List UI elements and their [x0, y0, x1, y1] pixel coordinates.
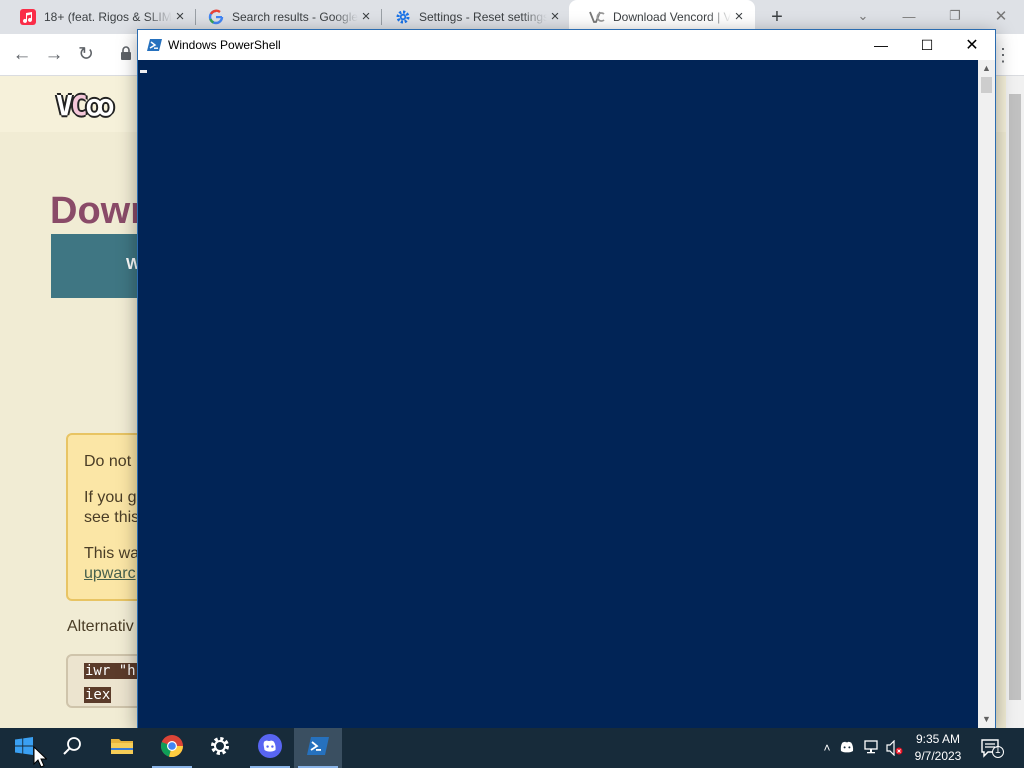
browser-minimize-button[interactable]: —: [886, 0, 932, 32]
ps-close-button[interactable]: ✕: [949, 30, 995, 60]
forward-button[interactable]: →: [41, 42, 67, 68]
folder-icon: [110, 736, 134, 761]
vencord-icon: [589, 9, 605, 25]
file-explorer-button[interactable]: [98, 728, 146, 768]
tab-title: Settings - Reset settings: [419, 10, 547, 24]
alternative-label: Alternativ: [67, 618, 134, 635]
tab-title: Search results - Google: [232, 10, 358, 24]
powershell-window[interactable]: Windows PowerShell — ☐ ✕ ▲ ▼: [137, 29, 996, 729]
reload-button[interactable]: ↻: [73, 42, 99, 68]
powershell-taskbar-button[interactable]: [294, 728, 342, 768]
tab-close-icon[interactable]: ×: [731, 9, 747, 25]
discord-taskbar-button[interactable]: [246, 728, 294, 768]
code-line: iwr "h: [84, 663, 137, 679]
code-line: iex: [84, 687, 112, 703]
notification-count-badge: 1: [995, 745, 1001, 756]
tab-title: 18+ (feat. Rigos & SLIM: [44, 10, 172, 24]
warning-link[interactable]: upwarc: [84, 565, 136, 582]
logo-letter: V: [56, 89, 73, 122]
clock-date: 9/7/2023: [914, 749, 962, 763]
powershell-titlebar[interactable]: Windows PowerShell — ☐ ✕: [138, 30, 995, 60]
browser-menu-button[interactable]: ⋮: [994, 42, 1012, 68]
music-icon: [20, 9, 36, 25]
clock-time: 9:35 AM: [915, 732, 961, 746]
logo-letter: C: [70, 89, 88, 122]
scroll-up-arrow[interactable]: ▲: [978, 60, 995, 77]
page-scrollbar[interactable]: [1006, 76, 1024, 728]
search-icon: [62, 736, 82, 761]
powershell-scrollbar-thumb[interactable]: [981, 77, 992, 93]
back-button[interactable]: ←: [9, 42, 35, 68]
browser-restore-button[interactable]: ❐: [932, 0, 978, 32]
chrome-icon: [160, 734, 184, 763]
taskbar: ˄ 9:35 AM 9/7/2023 1: [0, 728, 1024, 768]
tab-close-icon[interactable]: ×: [172, 9, 188, 25]
network-icon[interactable]: [862, 740, 880, 756]
logo-letter: ꝏ: [85, 89, 114, 122]
gear-icon: [209, 735, 231, 762]
powershell-console[interactable]: [138, 60, 978, 728]
console-cursor: [140, 70, 147, 73]
lock-icon[interactable]: [120, 46, 134, 62]
tray-overflow-chevron[interactable]: ˄: [818, 740, 836, 756]
tab-close-icon[interactable]: ×: [358, 9, 374, 25]
discord-icon: [258, 733, 282, 763]
powershell-icon: [307, 736, 329, 761]
browser-close-button[interactable]: ✕: [978, 0, 1024, 32]
gear-icon: [395, 9, 411, 25]
action-center-button[interactable]: 1: [980, 738, 1004, 758]
settings-taskbar-button[interactable]: [196, 728, 244, 768]
search-button[interactable]: [48, 728, 96, 768]
new-tab-button[interactable]: +: [766, 6, 788, 28]
mouse-pointer-icon: [33, 745, 48, 768]
volume-muted-icon[interactable]: [886, 739, 904, 757]
ps-maximize-button[interactable]: ☐: [904, 30, 950, 60]
tab-search-button[interactable]: ⌄: [840, 0, 886, 32]
powershell-icon: [147, 37, 163, 53]
powershell-title: Windows PowerShell: [168, 38, 281, 52]
tab-title: Download Vencord | Vencord: [613, 10, 731, 24]
tray-discord-icon[interactable]: [838, 740, 856, 756]
powershell-scrollbar[interactable]: ▲ ▼: [978, 60, 995, 728]
scroll-down-arrow[interactable]: ▼: [978, 711, 995, 728]
ps-minimize-button[interactable]: —: [858, 30, 904, 60]
page-scrollbar-thumb[interactable]: [1009, 94, 1021, 700]
vencord-logo[interactable]: VCꝏ: [56, 89, 114, 122]
google-icon: [208, 9, 224, 25]
windows-start-icon: [15, 736, 33, 760]
chrome-taskbar-button[interactable]: [148, 728, 196, 768]
system-clock[interactable]: 9:35 AM 9/7/2023: [905, 731, 971, 765]
tab-close-icon[interactable]: ×: [547, 9, 563, 25]
